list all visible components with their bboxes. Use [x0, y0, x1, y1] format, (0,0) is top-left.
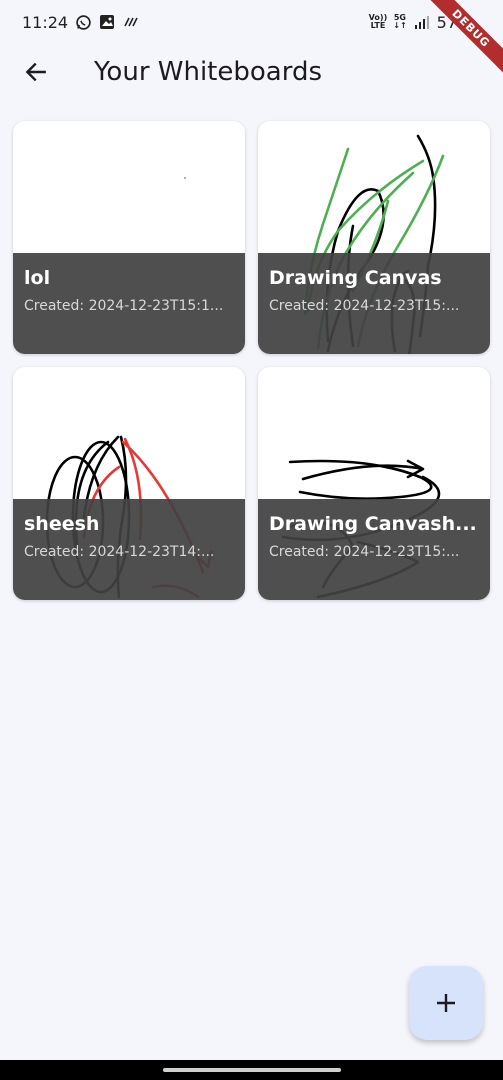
gallery-icon: [98, 13, 116, 31]
whiteboard-card-drawing-canvas[interactable]: Drawing Canvas Created: 2024-12-23T15:..…: [258, 121, 490, 354]
status-time: 11:24: [22, 12, 69, 32]
fiveg-indicator: 5G ↓↑: [393, 14, 406, 30]
whiteboard-thumbnail: [303, 134, 445, 354]
home-gesture-handle[interactable]: [162, 1068, 341, 1072]
whatsapp-icon: [74, 13, 92, 31]
volte-bottom-label: LTE: [370, 21, 386, 30]
fiveg-bottom-label: ↓↑: [393, 21, 407, 30]
battery-level: 57: [436, 12, 457, 32]
volte-indicator: Vo)) LTE: [369, 14, 388, 30]
data-saver-icon: [122, 13, 140, 31]
arrow-back-icon: [25, 62, 46, 82]
system-navigation-bar: [0, 1060, 503, 1080]
whiteboard-card-lol[interactable]: lol Created: 2024-12-23T15:1...: [13, 121, 245, 354]
plus-icon: [437, 994, 455, 1012]
whiteboard-card-drawing-canvash[interactable]: Drawing Canvash... Created: 2024-12-23T1…: [258, 367, 490, 600]
status-right: Vo)) LTE 5G ↓↑ 57: [369, 13, 457, 32]
signal-icon: [413, 13, 431, 31]
add-whiteboard-button[interactable]: [409, 966, 483, 1040]
whiteboard-grid: lol Created: 2024-12-23T15:1... Drawing …: [13, 121, 490, 600]
status-bar: 11:24 Vo)) LTE 5G ↓↑ 57: [0, 0, 503, 44]
back-button[interactable]: [12, 48, 60, 96]
status-left: 11:24: [22, 13, 140, 32]
whiteboard-thumbnail: [45, 435, 213, 599]
whiteboard-thumbnail: [281, 459, 441, 599]
whiteboard-card-sheesh[interactable]: sheesh Created: 2024-12-23T14:...: [13, 367, 245, 600]
page-title: Your Whiteboards: [94, 57, 322, 87]
whiteboard-thumbnail: [184, 177, 186, 179]
app-bar: Your Whiteboards: [0, 44, 503, 100]
